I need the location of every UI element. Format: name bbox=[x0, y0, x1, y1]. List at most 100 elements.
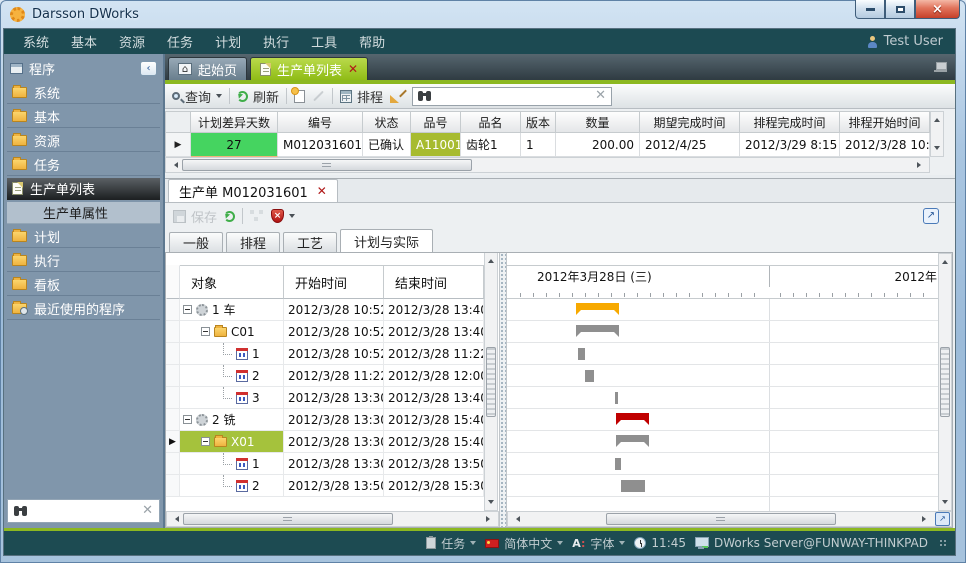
gantt-summary-bar[interactable] bbox=[616, 413, 649, 420]
clean-button[interactable] bbox=[390, 89, 405, 103]
scroll-down-arrow[interactable] bbox=[934, 146, 940, 153]
column-header-期望完成时间[interactable]: 期望完成时间 bbox=[640, 111, 740, 133]
menu-item-帮助[interactable]: 帮助 bbox=[348, 29, 396, 54]
scroll-down-arrow[interactable] bbox=[942, 500, 948, 507]
maximize-button[interactable] bbox=[885, 0, 915, 19]
menu-item-资源[interactable]: 资源 bbox=[108, 29, 156, 54]
tree-expander-icon[interactable] bbox=[183, 305, 192, 314]
tab-生产单列表[interactable]: 生产单列表✕ bbox=[250, 57, 368, 80]
tree-row-1 车[interactable]: 1 车2012/3/28 10:522012/3/28 13:40 bbox=[166, 299, 484, 321]
sidebar-item-生产单属性[interactable]: 生产单属性 bbox=[7, 202, 160, 224]
gantt-task-bar[interactable] bbox=[585, 370, 594, 382]
detail-tab-工艺[interactable]: 工艺 bbox=[283, 232, 337, 252]
tree-row-1[interactable]: 12012/3/28 10:522012/3/28 11:22 bbox=[166, 343, 484, 365]
sidebar-item-计划[interactable]: 计划 bbox=[7, 226, 160, 248]
status-font-menu[interactable]: A 字体 bbox=[572, 535, 625, 552]
column-header-计划差异天数[interactable]: 计划差异天数 bbox=[191, 111, 278, 133]
new-button[interactable] bbox=[294, 90, 305, 103]
detail-tab[interactable]: 生产单 M012031601 ✕ bbox=[168, 179, 338, 202]
sidebar-item-最近使用的程序[interactable]: 最近使用的程序 bbox=[7, 298, 160, 320]
save-button[interactable]: 保存 bbox=[173, 207, 217, 226]
sidebar-item-任务[interactable]: 任务 bbox=[7, 154, 160, 176]
scroll-right-arrow[interactable] bbox=[486, 516, 493, 522]
sidebar-item-基本[interactable]: 基本 bbox=[7, 106, 160, 128]
pin-icon[interactable] bbox=[934, 62, 947, 72]
scroll-thumb[interactable] bbox=[182, 159, 472, 171]
tree-expander-icon[interactable] bbox=[183, 415, 192, 424]
gantt-summary-bar[interactable] bbox=[576, 303, 619, 310]
detail-tab-排程[interactable]: 排程 bbox=[226, 232, 280, 252]
scroll-left-arrow[interactable] bbox=[513, 516, 520, 522]
scroll-thumb[interactable] bbox=[183, 513, 393, 525]
menu-item-基本[interactable]: 基本 bbox=[60, 29, 108, 54]
pane-splitter[interactable] bbox=[499, 253, 507, 527]
detail-tab-close-icon[interactable]: ✕ bbox=[317, 185, 327, 197]
column-header-版本[interactable]: 版本 bbox=[521, 111, 556, 133]
detail-refresh-button[interactable] bbox=[224, 211, 235, 222]
filter-clear-icon[interactable]: ✕ bbox=[595, 91, 606, 101]
scroll-up-arrow[interactable] bbox=[488, 256, 494, 263]
sidebar-item-执行[interactable]: 执行 bbox=[7, 250, 160, 272]
detail-tab-计划与实际[interactable]: 计划与实际 bbox=[340, 229, 433, 252]
sidebar-collapse-button[interactable]: ‹ bbox=[140, 61, 157, 76]
org-view-button[interactable] bbox=[250, 210, 264, 222]
gantt-task-bar[interactable] bbox=[621, 480, 645, 492]
sidebar-item-系统[interactable]: 系统 bbox=[7, 82, 160, 104]
tree-row-2 铣[interactable]: 2 铣2012/3/28 13:302012/3/28 15:40 bbox=[166, 409, 484, 431]
resize-grip[interactable] bbox=[939, 539, 947, 547]
tree-row-X01[interactable]: ▶X012012/3/28 13:302012/3/28 15:40 bbox=[166, 431, 484, 453]
tree-row-C01[interactable]: C012012/3/28 10:522012/3/28 13:40 bbox=[166, 321, 484, 343]
tree-row-3[interactable]: 32012/3/28 13:302012/3/28 13:40 bbox=[166, 387, 484, 409]
status-task-menu[interactable]: 任务 bbox=[426, 535, 476, 552]
scroll-right-arrow[interactable] bbox=[922, 516, 929, 522]
column-header-排程完成时间[interactable]: 排程完成时间 bbox=[740, 111, 840, 133]
tree-row-2[interactable]: 22012/3/28 11:222012/3/28 12:00 bbox=[166, 365, 484, 387]
gantt-popout-icon[interactable]: ↗ bbox=[935, 512, 950, 526]
close-button[interactable]: × bbox=[915, 0, 960, 19]
sidebar-item-看板[interactable]: 看板 bbox=[7, 274, 160, 296]
gantt-summary-bar[interactable] bbox=[616, 435, 649, 442]
scroll-up-arrow[interactable] bbox=[934, 115, 940, 122]
column-header-状态[interactable]: 状态 bbox=[363, 111, 411, 133]
user-info[interactable]: Test User bbox=[867, 34, 947, 49]
tree-expander-icon[interactable] bbox=[201, 327, 210, 336]
scroll-left-arrow[interactable] bbox=[171, 162, 178, 168]
menu-item-任务[interactable]: 任务 bbox=[156, 29, 204, 54]
tree-row-2[interactable]: 22012/3/28 13:502012/3/28 15:30 bbox=[166, 475, 484, 497]
tree-expander-icon[interactable] bbox=[201, 437, 210, 446]
sidebar-item-资源[interactable]: 资源 bbox=[7, 130, 160, 152]
minimize-button[interactable] bbox=[855, 0, 885, 19]
sidebar-item-生产单列表[interactable]: 生产单列表 bbox=[7, 178, 160, 200]
column-header-品号[interactable]: 品号 bbox=[411, 111, 461, 133]
column-header-排程开始时间[interactable]: 排程开始时间 bbox=[840, 111, 930, 133]
scroll-thumb[interactable] bbox=[606, 513, 836, 525]
tree-column-header-结束时间[interactable]: 结束时间 bbox=[384, 265, 484, 299]
tab-close-icon[interactable]: ✕ bbox=[348, 63, 358, 75]
column-header-编号[interactable]: 编号 bbox=[278, 111, 363, 133]
scroll-right-arrow[interactable] bbox=[917, 162, 924, 168]
menu-item-系统[interactable]: 系统 bbox=[12, 29, 60, 54]
tab-起始页[interactable]: ⌂起始页 bbox=[168, 57, 247, 80]
tree-row-1[interactable]: 12012/3/28 13:302012/3/28 13:50 bbox=[166, 453, 484, 475]
gantt-task-bar[interactable] bbox=[615, 458, 621, 470]
validate-button[interactable]: × bbox=[271, 209, 295, 223]
schedule-button[interactable]: 排程 bbox=[340, 87, 383, 106]
scroll-thumb[interactable] bbox=[940, 347, 950, 417]
sidebar-search-clear-icon[interactable]: ✕ bbox=[142, 506, 153, 516]
tree-column-header-开始时间[interactable]: 开始时间 bbox=[284, 265, 384, 299]
edit-button[interactable] bbox=[312, 95, 325, 97]
popout-icon[interactable]: ↗ bbox=[923, 208, 939, 224]
menu-item-计划[interactable]: 计划 bbox=[204, 29, 252, 54]
menu-item-执行[interactable]: 执行 bbox=[252, 29, 300, 54]
menu-item-工具[interactable]: 工具 bbox=[300, 29, 348, 54]
gantt-task-bar[interactable] bbox=[615, 392, 618, 404]
query-button[interactable]: 查询 bbox=[172, 87, 222, 106]
scroll-down-arrow[interactable] bbox=[488, 500, 494, 507]
scroll-up-arrow[interactable] bbox=[942, 257, 948, 264]
refresh-button[interactable]: 刷新 bbox=[237, 87, 279, 106]
tree-column-header-对象[interactable]: 对象 bbox=[180, 265, 284, 299]
sidebar-search-input[interactable] bbox=[34, 503, 136, 519]
gantt-task-bar[interactable] bbox=[578, 348, 585, 360]
scroll-thumb[interactable] bbox=[486, 347, 496, 417]
column-header-品名[interactable]: 品名 bbox=[461, 111, 521, 133]
